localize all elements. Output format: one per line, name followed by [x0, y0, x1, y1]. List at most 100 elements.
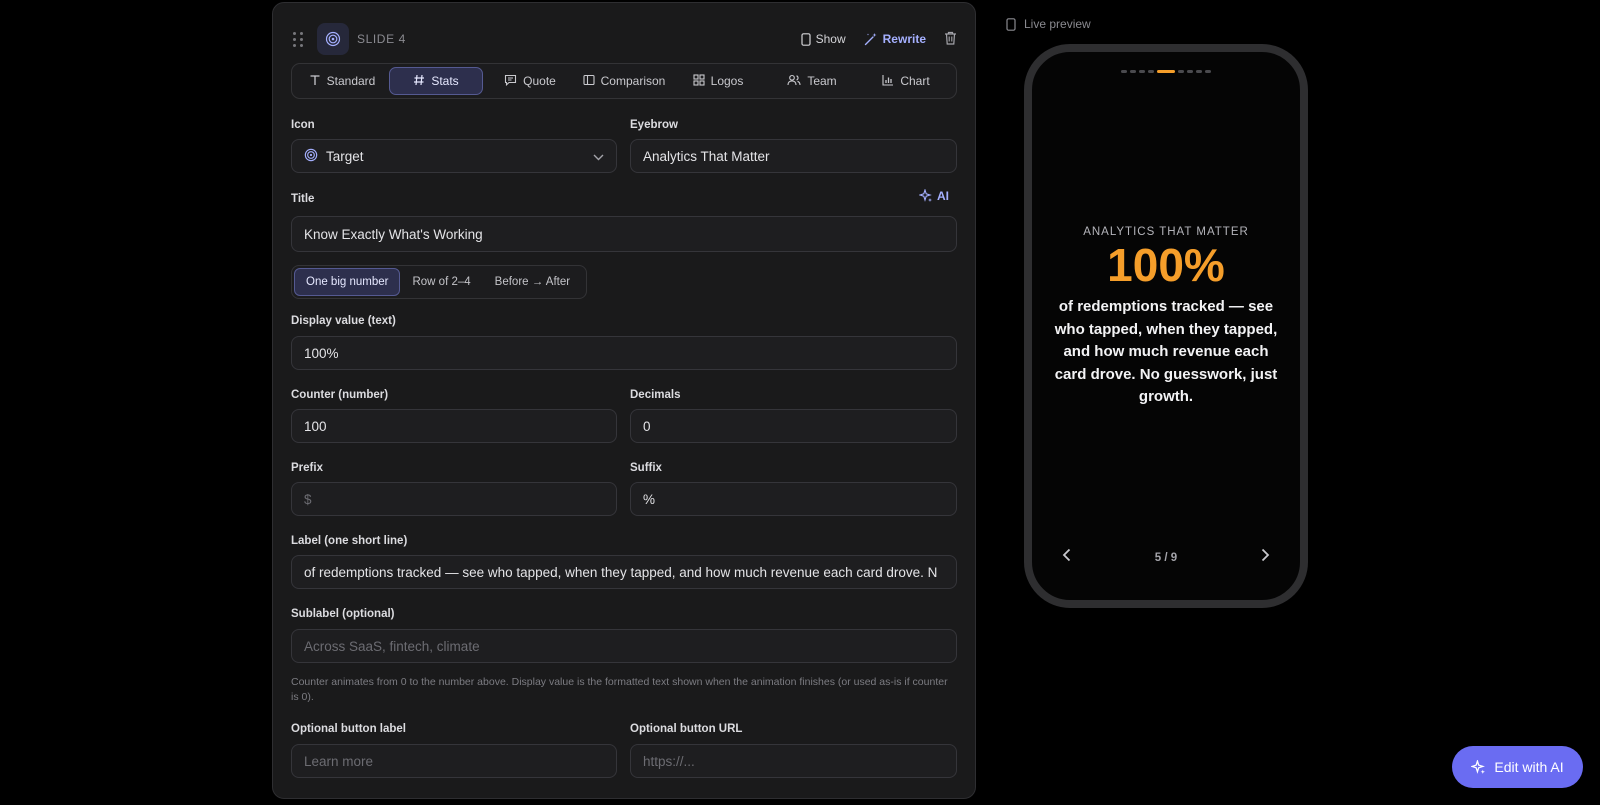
users-icon: [787, 74, 801, 89]
edit-with-ai-label: Edit with AI: [1494, 759, 1564, 775]
phone-icon: [1006, 17, 1016, 31]
icon-field-label: Icon: [291, 119, 315, 131]
slide-header: SLIDE 4 Show Rewrite: [291, 21, 957, 57]
progress-dot[interactable]: [1178, 70, 1184, 73]
sparkles-icon: [919, 189, 932, 202]
tab-label: Team: [807, 74, 837, 88]
progress-dot[interactable]: [1205, 70, 1211, 73]
label-input-value: of redemptions tracked — see who tapped,…: [304, 564, 938, 580]
counter-label: Counter (number): [291, 389, 389, 401]
tab-label: Standard: [326, 74, 376, 88]
suffix-input[interactable]: %: [630, 482, 957, 516]
prefix-input[interactable]: $: [291, 482, 617, 516]
tab-team[interactable]: Team: [765, 67, 859, 95]
tab-label: Quote: [523, 74, 556, 88]
icon-select-value: Target: [326, 148, 364, 164]
decimals-label: Decimals: [630, 389, 681, 401]
progress-dot[interactable]: [1121, 70, 1127, 73]
tab-quote[interactable]: Quote: [483, 67, 577, 95]
drag-handle-icon[interactable]: [291, 29, 305, 49]
progress-dot[interactable]: [1148, 70, 1154, 73]
tab-label: Comparison: [600, 74, 666, 88]
eyebrow-input[interactable]: Analytics That Matter: [630, 139, 957, 173]
layout-row-of-2-4[interactable]: Row of 2–4: [400, 268, 482, 296]
eyebrow-input-value: Analytics That Matter: [643, 148, 770, 164]
phone-icon: [801, 32, 811, 46]
rewrite-label: Rewrite: [882, 32, 926, 46]
phone-preview: ANALYTICS THAT MATTER 100% of redemption…: [1024, 44, 1308, 608]
layout-one-big-number[interactable]: One big number: [294, 268, 401, 296]
layout-before-after[interactable]: Before → After: [483, 268, 582, 296]
counter-value: 100: [304, 418, 327, 434]
icon-select[interactable]: Target: [291, 139, 617, 173]
rewrite-button[interactable]: Rewrite: [864, 32, 926, 46]
counter-help-text: Counter animates from 0 to the number ab…: [291, 676, 948, 703]
slide-progress-dots: [1032, 70, 1300, 73]
display-value-input[interactable]: 100%: [291, 336, 957, 370]
slide-number: SLIDE 4: [357, 32, 406, 46]
chevron-left-icon[interactable]: [1062, 548, 1071, 567]
magic-wand-icon: [864, 33, 877, 46]
hash-icon: [413, 74, 425, 89]
progress-dot-active[interactable]: [1157, 70, 1175, 73]
ai-title-button[interactable]: AI: [919, 189, 949, 203]
bar-chart-icon: [882, 74, 894, 89]
tab-comparison[interactable]: Comparison: [577, 67, 671, 95]
eyebrow-field-label: Eyebrow: [630, 119, 678, 131]
columns-icon: [583, 74, 595, 89]
progress-dot[interactable]: [1196, 70, 1202, 73]
button-label-input[interactable]: Learn more: [291, 744, 617, 778]
button-label-field-label: Optional button label: [291, 723, 406, 735]
sublabel-input[interactable]: Across SaaS, fintech, climate: [291, 629, 957, 663]
ai-label: AI: [937, 189, 949, 203]
edit-with-ai-button[interactable]: Edit with AI: [1452, 746, 1583, 788]
title-input[interactable]: Know Exactly What's Working: [291, 216, 957, 252]
progress-dot[interactable]: [1187, 70, 1193, 73]
sparkles-icon: [1471, 759, 1486, 774]
label-input[interactable]: of redemptions tracked — see who tapped,…: [291, 555, 957, 589]
tab-label: Stats: [431, 74, 459, 88]
prefix-label: Prefix: [291, 462, 323, 474]
tab-standard[interactable]: Standard: [295, 67, 389, 95]
stat-layout-selector: One big number Row of 2–4 Before → After: [291, 265, 587, 299]
slide-counter: 5 / 9: [1154, 551, 1178, 564]
counter-input[interactable]: 100: [291, 409, 617, 443]
button-url-field-label: Optional button URL: [630, 723, 743, 735]
suffix-value: %: [643, 491, 656, 507]
title-field-label: Title: [291, 193, 315, 205]
tab-label: Logos: [710, 74, 744, 88]
target-icon: [304, 148, 318, 165]
title-input-value: Know Exactly What's Working: [304, 226, 483, 242]
chevron-right-icon[interactable]: [1261, 548, 1270, 567]
show-label: Show: [815, 32, 846, 46]
quote-bubble-icon: [504, 74, 517, 89]
slide-type-tabs: Standard Stats Quote Comparison Logos Te…: [291, 63, 957, 99]
button-url-placeholder: https://...: [643, 753, 695, 769]
slide-editor-panel: SLIDE 4 Show Rewrite Standard Stats Quot…: [272, 2, 976, 799]
live-preview-header: Live preview: [1006, 17, 1091, 31]
chevron-down-icon: [593, 149, 604, 164]
show-button[interactable]: Show: [801, 32, 846, 46]
sublabel-field-label: Sublabel (optional): [291, 608, 395, 620]
target-icon: [317, 23, 349, 55]
tab-stats[interactable]: Stats: [389, 67, 483, 95]
button-url-input[interactable]: https://...: [630, 744, 957, 778]
live-preview-label: Live preview: [1024, 17, 1091, 31]
preview-nav: 5 / 9: [1062, 548, 1270, 567]
tab-chart[interactable]: Chart: [859, 67, 953, 95]
decimals-value: 0: [643, 418, 651, 434]
sublabel-placeholder: Across SaaS, fintech, climate: [304, 638, 480, 654]
progress-dot[interactable]: [1130, 70, 1136, 73]
display-value-text: 100%: [304, 345, 339, 361]
suffix-label: Suffix: [630, 462, 662, 474]
decimals-input[interactable]: 0: [630, 409, 957, 443]
tab-label: Chart: [900, 74, 930, 88]
preview-big-number: 100%: [1107, 239, 1225, 291]
progress-dot[interactable]: [1139, 70, 1145, 73]
trash-icon[interactable]: [944, 31, 957, 48]
grid-icon: [693, 73, 705, 89]
tab-logos[interactable]: Logos: [671, 67, 765, 95]
preview-eyebrow: ANALYTICS THAT MATTER: [1083, 226, 1249, 238]
prefix-placeholder: $: [304, 491, 312, 507]
preview-label: of redemptions tracked — see who tapped,…: [1054, 298, 1278, 405]
